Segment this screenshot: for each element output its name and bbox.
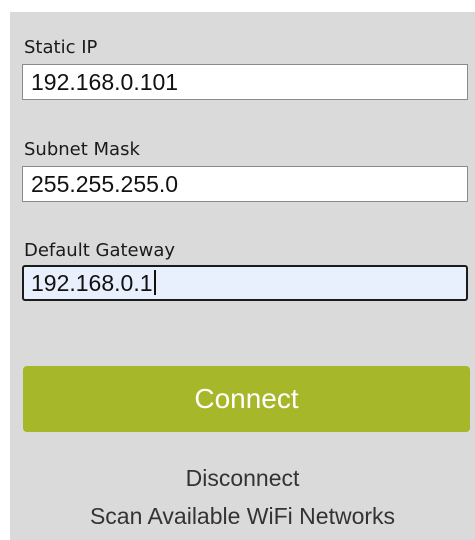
default-gateway-value: 192.168.0.1 (31, 270, 153, 296)
subnet-mask-input[interactable]: 255.255.255.0 (22, 166, 468, 202)
default-gateway-label: Default Gateway (24, 240, 176, 261)
text-caret (153, 270, 156, 295)
subnet-mask-label: Subnet Mask (24, 139, 140, 160)
scan-wifi-networks-link[interactable]: Scan Available WiFi Networks (10, 502, 475, 530)
network-settings-panel: Static IP 192.168.0.101 Subnet Mask 255.… (10, 12, 475, 540)
static-ip-value: 192.168.0.101 (31, 69, 179, 95)
static-ip-input[interactable]: 192.168.0.101 (22, 64, 468, 100)
default-gateway-input[interactable]: 192.168.0.1 (22, 265, 468, 301)
subnet-mask-value: 255.255.255.0 (31, 171, 179, 197)
static-ip-label: Static IP (24, 37, 98, 58)
disconnect-link[interactable]: Disconnect (10, 464, 475, 492)
connect-button[interactable]: Connect (23, 366, 470, 432)
